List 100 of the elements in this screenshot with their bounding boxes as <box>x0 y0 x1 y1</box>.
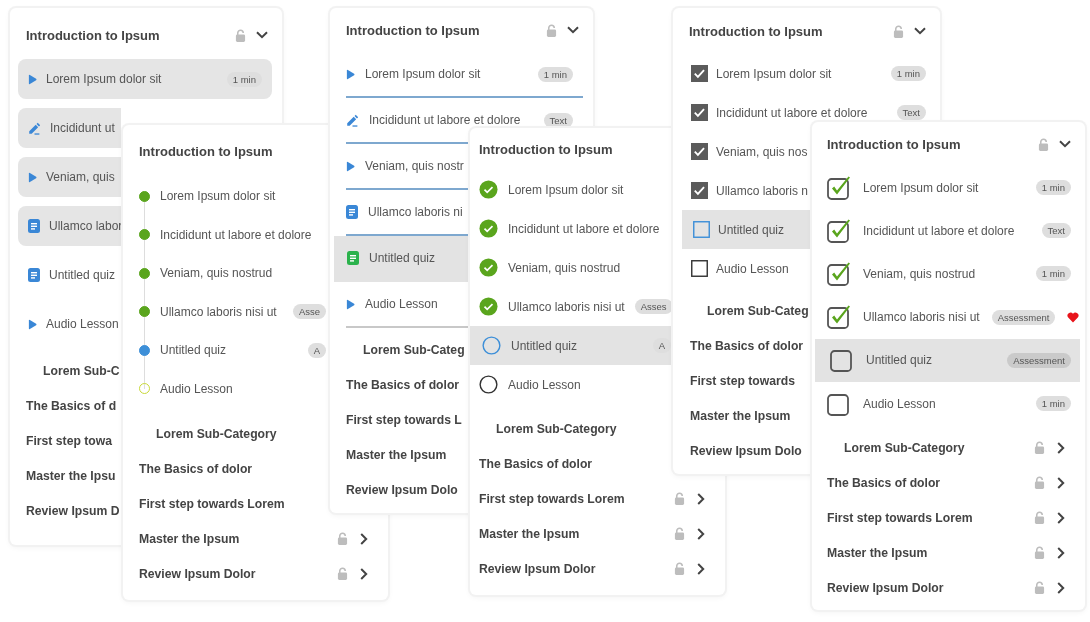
lesson-title[interactable]: Veniam, quis nostrud <box>160 266 273 281</box>
section-title[interactable]: The Basics of d <box>26 398 117 413</box>
chevron-down-icon[interactable] <box>256 31 268 39</box>
chevron-right-icon[interactable] <box>697 527 705 540</box>
lesson-title[interactable]: Incididunt ut <box>50 121 115 135</box>
chevron-down-icon[interactable] <box>914 27 926 35</box>
section-title[interactable]: First step towa <box>26 433 112 448</box>
chevron-right-icon[interactable] <box>360 567 368 580</box>
chevron-right-icon[interactable] <box>1057 476 1065 489</box>
chevron-right-icon[interactable] <box>697 562 705 575</box>
checkbox[interactable] <box>827 261 851 286</box>
section-title[interactable]: Master the Ipsum <box>479 526 580 541</box>
checkbox[interactable] <box>827 218 851 243</box>
section-title[interactable]: Lorem Sub-C <box>43 363 120 378</box>
section-title[interactable]: First step towards Lorem <box>827 510 973 525</box>
section-title[interactable]: The Basics of dolor <box>139 461 253 476</box>
lesson-title[interactable]: Lorem Ipsum dolor sit <box>863 180 979 195</box>
chevron-right-icon[interactable] <box>1057 581 1065 594</box>
section-title[interactable]: First step towards Lorem <box>139 496 285 511</box>
module-title: Introduction to Ipsum <box>479 141 613 157</box>
section-title[interactable]: Lorem Sub-Category <box>156 426 277 441</box>
lesson-title[interactable]: Lorem Ipsum dolor sit <box>160 189 276 204</box>
section-title[interactable]: Lorem Sub-Category <box>496 421 617 436</box>
section-title[interactable]: Master the Ipsum <box>690 408 791 423</box>
lesson-title[interactable]: Audio Lesson <box>863 396 936 411</box>
chevron-down-icon[interactable] <box>567 26 579 34</box>
lesson-title[interactable]: Incididunt ut labore et dolore <box>863 223 1015 238</box>
module-title: Introduction to Ipsum <box>26 27 160 43</box>
lesson-type-badge: Asses <box>634 299 673 314</box>
chevron-right-icon[interactable] <box>360 532 368 545</box>
lesson-title[interactable]: Ullamco labor <box>49 219 123 233</box>
section-title[interactable]: First step towards L <box>346 412 462 427</box>
lesson-title[interactable]: Ullamco laboris n <box>716 183 809 198</box>
section-title[interactable]: Master the Ipsum <box>139 531 240 546</box>
lesson-title[interactable]: Incididunt ut labore et dolore <box>369 113 521 127</box>
lesson-title[interactable]: Lorem Ipsum dolor sit <box>508 182 624 197</box>
chevron-right-icon[interactable] <box>1057 546 1065 559</box>
section-title[interactable]: The Basics of dolor <box>827 475 941 490</box>
lesson-type-badge: 1 min <box>1035 396 1071 412</box>
chevron-right-icon[interactable] <box>1057 511 1065 524</box>
lesson-title[interactable]: Untitled quiz <box>511 338 578 353</box>
lesson-title[interactable]: Audio Lesson <box>716 261 789 276</box>
lesson-title[interactable]: Veniam, quis nostr <box>365 159 464 173</box>
section-title[interactable]: Master the Ipsum <box>346 447 447 462</box>
lesson-title[interactable]: Untitled quiz <box>866 353 933 368</box>
section-title[interactable]: Master the Ipsum <box>827 545 928 560</box>
lesson-title[interactable]: Lorem Ipsum dolor sit <box>716 66 832 81</box>
checkbox[interactable] <box>691 65 708 82</box>
section-title[interactable]: Lorem Sub-Categ <box>707 303 809 318</box>
lesson-type-badge: Asse <box>292 304 326 320</box>
section-title[interactable]: Master the Ipsu <box>26 468 116 483</box>
lesson-title[interactable]: Audio Lesson <box>508 377 581 392</box>
checkbox[interactable] <box>691 260 708 277</box>
checkbox[interactable] <box>827 391 851 416</box>
lesson-type-badge: 1 min <box>1035 266 1071 282</box>
checkbox[interactable] <box>830 348 854 373</box>
lesson-title[interactable]: Ullamco laboris nisi ut <box>160 304 277 319</box>
lesson-title[interactable]: Audio Lesson <box>46 317 119 331</box>
lesson-title[interactable]: Lorem Ipsum dolor sit <box>365 67 481 81</box>
checkbox[interactable] <box>693 221 710 238</box>
lesson-title[interactable]: Audio Lesson <box>365 297 438 311</box>
section-title[interactable]: First step towards <box>690 373 795 388</box>
section-title[interactable]: Lorem Sub-Categ <box>363 342 465 357</box>
section-title[interactable]: The Basics of dolor <box>479 456 593 471</box>
lesson-title[interactable]: Untitled quiz <box>49 268 116 282</box>
lesson-title[interactable]: Untitled quiz <box>369 251 436 265</box>
lesson-title[interactable]: Veniam, quis nos <box>716 144 808 159</box>
checkbox[interactable] <box>691 143 708 160</box>
chevron-down-icon[interactable] <box>1059 140 1071 148</box>
lesson-title[interactable]: Ullamco laboris nisi ut <box>863 310 980 325</box>
checkbox[interactable] <box>827 175 851 200</box>
section-title[interactable]: First step towards Lorem <box>479 491 625 506</box>
checkbox[interactable] <box>691 104 708 121</box>
section-title[interactable]: Review Ipsum Dolor <box>479 561 596 576</box>
section-title[interactable]: Review Ipsum Dolo <box>346 482 458 497</box>
lesson-title[interactable]: Lorem Ipsum dolor sit <box>46 72 162 86</box>
lesson-title[interactable]: Ullamco laboris nisi ut <box>508 299 625 314</box>
section-title[interactable]: Lorem Sub-Category <box>844 440 965 455</box>
module-title: Introduction to Ipsum <box>139 143 273 159</box>
checkbox[interactable] <box>691 182 708 199</box>
section-title[interactable]: The Basics of dolor <box>690 338 804 353</box>
lesson-title[interactable]: Incididunt ut labore et dolore <box>716 105 868 120</box>
lesson-title[interactable]: Veniam, quis nostrud <box>863 266 976 281</box>
lesson-type-badge: 1 min <box>537 66 573 82</box>
section-title[interactable]: The Basics of dolor <box>346 377 460 392</box>
lesson-title[interactable]: Untitled quiz <box>718 222 785 237</box>
lesson-title[interactable]: Incididunt ut labore et dolore <box>508 221 660 236</box>
lesson-title[interactable]: Incididunt ut labore et dolore <box>160 227 312 242</box>
section-title[interactable]: Review Ipsum Dolor <box>139 566 256 581</box>
lesson-title[interactable]: Audio Lesson <box>160 381 233 396</box>
section-title[interactable]: Review Ipsum D <box>26 503 120 518</box>
lesson-title[interactable]: Veniam, quis <box>46 170 115 184</box>
checkbox[interactable] <box>827 305 851 330</box>
chevron-right-icon[interactable] <box>1057 441 1065 454</box>
chevron-right-icon[interactable] <box>697 492 705 505</box>
lesson-title[interactable]: Veniam, quis nostrud <box>508 260 621 275</box>
section-title[interactable]: Review Ipsum Dolor <box>827 580 944 595</box>
section-title[interactable]: Review Ipsum Dolo <box>690 443 802 458</box>
lesson-title[interactable]: Untitled quiz <box>160 343 227 358</box>
lesson-title[interactable]: Ullamco laboris ni <box>368 205 463 219</box>
